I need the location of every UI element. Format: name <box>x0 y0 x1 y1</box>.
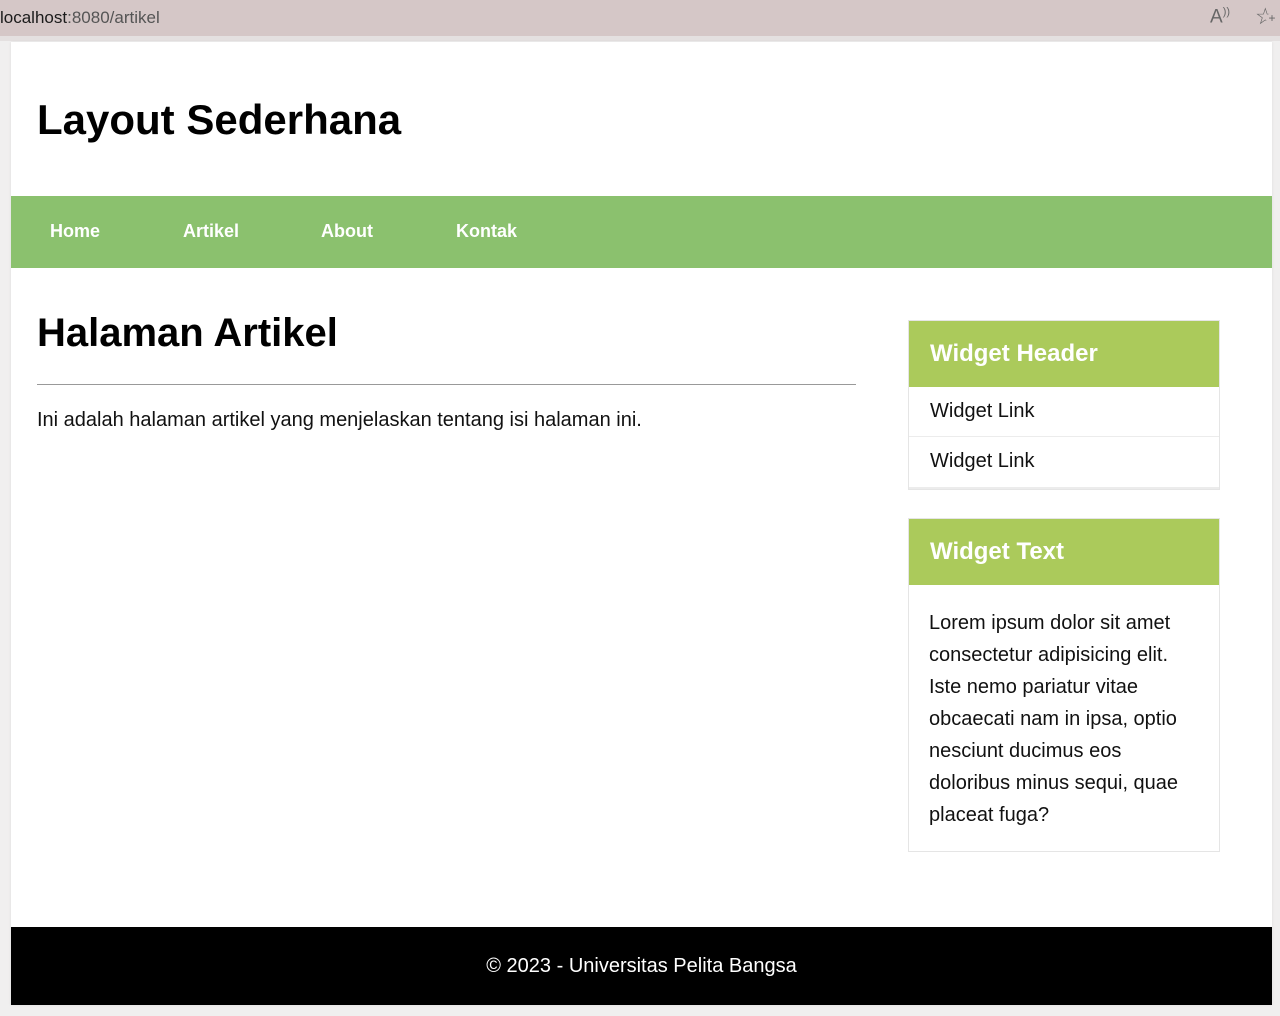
nav-artikel[interactable]: Artikel <box>183 221 239 242</box>
page-text: Ini adalah halaman artikel yang menjelas… <box>37 409 642 431</box>
widget-link[interactable]: Widget Link <box>909 437 1219 487</box>
site-header: Layout Sederhana <box>11 42 1272 196</box>
nav-about[interactable]: About <box>321 221 373 242</box>
browser-address-bar: localhost:8080/artikel A)) ☆ + <box>0 0 1280 36</box>
footer-text: © 2023 - Universitas Pelita Bangsa <box>486 955 797 977</box>
page-container: Layout Sederhana Home Artikel About Kont… <box>11 42 1272 1005</box>
nav-home[interactable]: Home <box>50 221 100 242</box>
widget-links: Widget Header Widget Link Widget Link <box>908 320 1220 490</box>
main-nav: Home Artikel About Kontak <box>11 196 1272 268</box>
widget-text-box: Widget Text Lorem ipsum dolor sit amet c… <box>908 518 1220 852</box>
widget-link-list: Widget Link Widget Link <box>909 387 1219 489</box>
url-field[interactable]: localhost:8080/artikel <box>0 8 160 28</box>
url-path: :8080/artikel <box>67 8 160 27</box>
sidebar: Widget Header Widget Link Widget Link Wi… <box>908 320 1220 852</box>
widget-link[interactable]: Widget Link <box>909 387 1219 437</box>
nav-kontak[interactable]: Kontak <box>456 221 517 242</box>
read-aloud-icon[interactable]: A)) <box>1210 6 1230 28</box>
site-title: Layout Sederhana <box>37 96 402 143</box>
main-content: Halaman Artikel Ini adalah halaman artik… <box>37 310 856 433</box>
widget-text: Lorem ipsum dolor sit amet consectetur a… <box>929 612 1179 826</box>
add-favorite-icon[interactable]: ☆ + <box>1255 3 1278 30</box>
site-footer: © 2023 - Universitas Pelita Bangsa <box>11 927 1272 1005</box>
page-title: Halaman Artikel <box>37 311 338 355</box>
title-divider <box>37 384 856 385</box>
widget-header: Widget Header <box>909 321 1219 387</box>
toolbar-divider <box>0 36 1280 41</box>
widget-text-header: Widget Text <box>909 519 1219 585</box>
url-host: localhost <box>0 8 68 27</box>
